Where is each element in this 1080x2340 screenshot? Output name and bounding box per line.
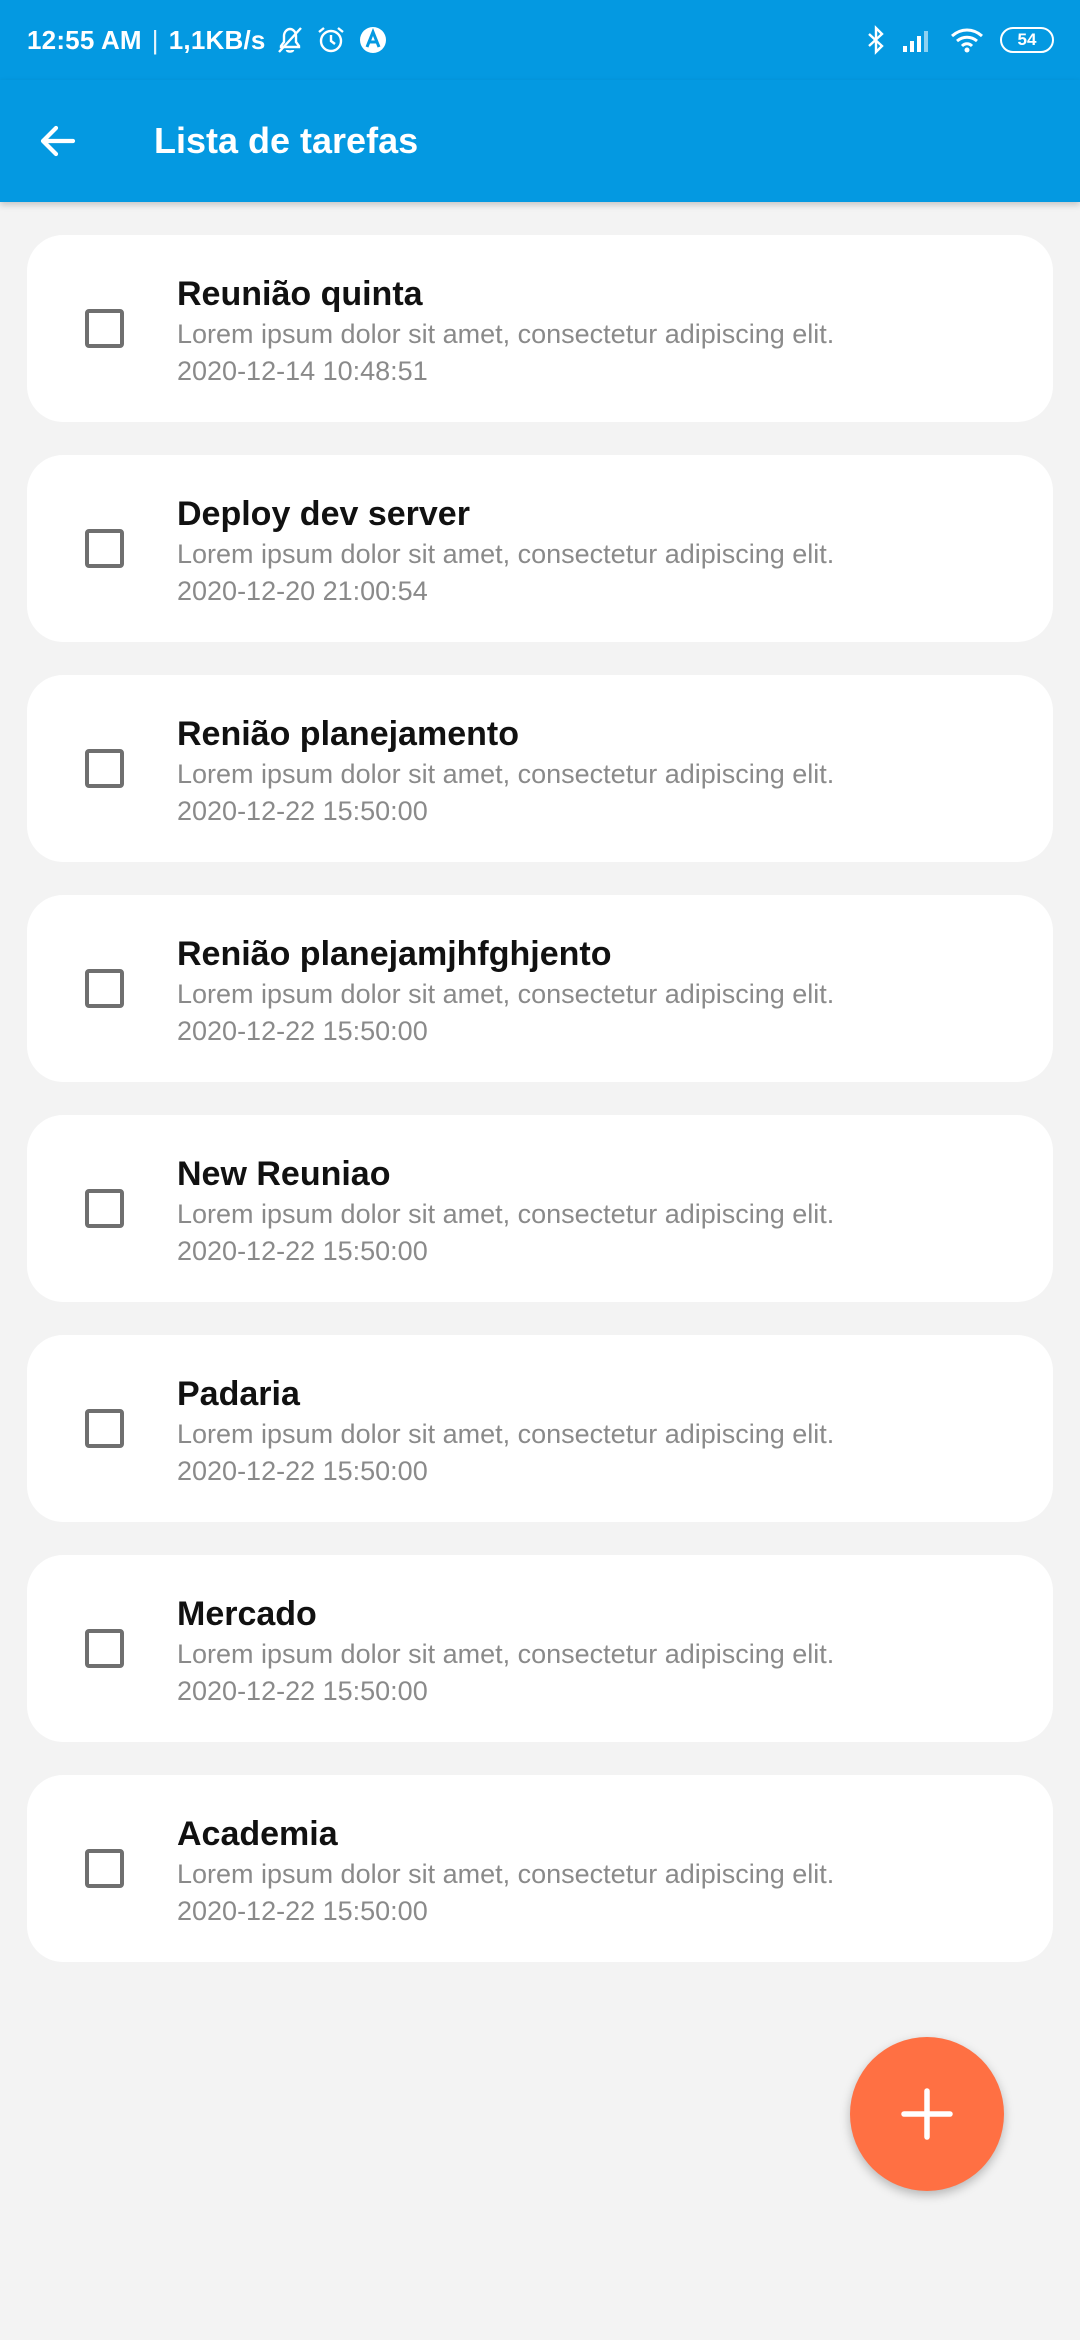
task-description: Lorem ipsum dolor sit amet, consectetur … (177, 1419, 835, 1449)
task-date: 2020-12-22 15:50:00 (177, 796, 428, 826)
task-checkbox[interactable] (85, 529, 124, 568)
app-bar: Lista de tarefas (0, 80, 1080, 202)
bell-off-icon (277, 27, 302, 53)
battery-icon: 54 (1000, 27, 1054, 53)
plus-icon (901, 2088, 953, 2140)
arrow-back-icon (40, 125, 76, 157)
task-checkbox[interactable] (85, 1409, 124, 1448)
bluetooth-icon (868, 25, 884, 55)
task-date: 2020-12-20 21:00:54 (177, 576, 428, 606)
task-checkbox[interactable] (85, 1629, 124, 1668)
task-title: Reunião quinta (177, 275, 423, 313)
task-description: Lorem ipsum dolor sit amet, consectetur … (177, 759, 835, 789)
task-description: Lorem ipsum dolor sit amet, consectetur … (177, 1859, 835, 1889)
app-notification-icon (359, 27, 386, 53)
task-card[interactable]: New Reuniao Lorem ipsum dolor sit amet, … (27, 1115, 1053, 1302)
task-description: Lorem ipsum dolor sit amet, consectetur … (177, 539, 835, 569)
status-speed: 1,1KB/s (168, 24, 266, 55)
task-checkbox[interactable] (85, 1849, 124, 1888)
battery-level: 54 (1017, 30, 1037, 49)
task-description: Lorem ipsum dolor sit amet, consectetur … (177, 319, 835, 349)
status-time: 12:55 AM (27, 24, 142, 55)
task-card[interactable]: Deploy dev server Lorem ipsum dolor sit … (27, 455, 1053, 642)
page-title: Lista de tarefas (154, 120, 419, 161)
task-title: Deploy dev server (177, 495, 470, 533)
task-title: Academia (177, 1815, 338, 1853)
task-date: 2020-12-22 15:50:00 (177, 1016, 428, 1046)
signal-icon (903, 31, 928, 52)
task-title: Renião planejamento (177, 715, 519, 753)
task-date: 2020-12-14 10:48:51 (177, 356, 428, 386)
task-date: 2020-12-22 15:50:00 (177, 1456, 428, 1486)
task-description: Lorem ipsum dolor sit amet, consectetur … (177, 979, 835, 1009)
task-title: New Reuniao (177, 1155, 391, 1193)
back-button[interactable] (26, 109, 90, 173)
task-checkbox[interactable] (85, 969, 124, 1008)
task-card[interactable]: Padaria Lorem ipsum dolor sit amet, cons… (27, 1335, 1053, 1522)
task-description: Lorem ipsum dolor sit amet, consectetur … (177, 1199, 835, 1229)
task-date: 2020-12-22 15:50:00 (177, 1676, 428, 1706)
task-checkbox[interactable] (85, 1189, 124, 1228)
task-card[interactable]: Academia Lorem ipsum dolor sit amet, con… (27, 1775, 1053, 1962)
status-divider: | (151, 24, 159, 55)
task-date: 2020-12-22 15:50:00 (177, 1236, 428, 1266)
task-card[interactable]: Mercado Lorem ipsum dolor sit amet, cons… (27, 1555, 1053, 1742)
task-card[interactable]: Renião planejamento Lorem ipsum dolor si… (27, 675, 1053, 862)
task-checkbox[interactable] (85, 749, 124, 788)
wifi-icon (951, 28, 983, 53)
task-title: Padaria (177, 1375, 300, 1413)
task-card[interactable]: Reunião quinta Lorem ipsum dolor sit ame… (27, 235, 1053, 422)
task-title: Renião planejamjhfghjento (177, 935, 612, 973)
task-description: Lorem ipsum dolor sit amet, consectetur … (177, 1639, 835, 1669)
add-task-button[interactable] (850, 2037, 1004, 2191)
task-title: Mercado (177, 1595, 317, 1633)
task-checkbox[interactable] (85, 309, 124, 348)
alarm-icon (317, 27, 344, 53)
status-bar: 12:55 AM | 1,1KB/s 54 (0, 0, 1080, 80)
task-date: 2020-12-22 15:50:00 (177, 1896, 428, 1926)
task-list: Reunião quinta Lorem ipsum dolor sit ame… (27, 235, 1053, 1995)
task-card[interactable]: Renião planejamjhfghjento Lorem ipsum do… (27, 895, 1053, 1082)
